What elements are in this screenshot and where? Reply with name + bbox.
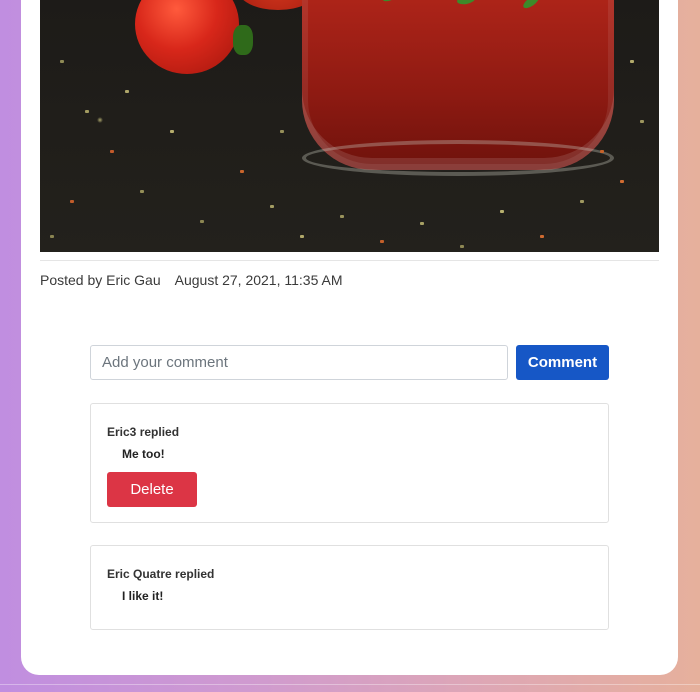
herb-fleck bbox=[85, 110, 89, 113]
spice-fleck bbox=[240, 170, 244, 173]
spice-fleck bbox=[540, 235, 544, 238]
comment-input[interactable] bbox=[90, 345, 508, 380]
herb-fleck bbox=[640, 120, 644, 123]
herb-fleck bbox=[125, 90, 129, 93]
reply-author: Eric3 replied bbox=[107, 425, 180, 439]
herb-fleck bbox=[630, 60, 634, 63]
post-timestamp: August 27, 2021, 11:35 AM bbox=[174, 272, 343, 288]
tomato-stem-shape bbox=[233, 25, 253, 55]
reply-card: Eric Quatre replied I like it! bbox=[90, 545, 609, 630]
herb-fleck bbox=[50, 235, 54, 238]
reply-author: Eric Quatre replied bbox=[107, 567, 215, 581]
reply-text: I like it! bbox=[122, 589, 164, 603]
herb-fleck bbox=[300, 235, 304, 238]
delete-button[interactable]: Delete bbox=[107, 472, 197, 507]
herb-fleck bbox=[270, 205, 274, 208]
herb-fleck bbox=[500, 210, 504, 213]
spice-fleck bbox=[600, 150, 604, 153]
divider bbox=[40, 260, 659, 261]
comment-button[interactable]: Comment bbox=[516, 345, 609, 380]
basil-leaf-shape bbox=[521, 0, 541, 11]
spice-fleck bbox=[380, 240, 384, 243]
posted-by: Posted by Eric Gau bbox=[40, 272, 161, 288]
herb-fleck bbox=[170, 130, 174, 133]
post-image bbox=[40, 0, 659, 252]
post-meta: Posted by Eric Gau August 27, 2021, 11:3… bbox=[40, 272, 343, 288]
jar-rim-shape bbox=[302, 140, 614, 176]
reply-text: Me too! bbox=[122, 447, 165, 461]
post-card: Posted by Eric Gau August 27, 2021, 11:3… bbox=[21, 0, 678, 675]
herb-fleck bbox=[200, 220, 204, 223]
herb-fleck bbox=[460, 245, 464, 248]
herb-fleck bbox=[340, 215, 344, 218]
herb-fleck bbox=[580, 200, 584, 203]
basil-leaf-shape bbox=[456, 0, 476, 6]
page-bottom-divider bbox=[0, 684, 700, 685]
tomato-shape bbox=[135, 0, 239, 74]
herb-fleck bbox=[280, 130, 284, 133]
herb-fleck bbox=[420, 222, 424, 225]
basil-leaf-shape bbox=[381, 0, 401, 4]
reply-card: Eric3 replied Me too! Delete bbox=[90, 403, 609, 523]
spice-fleck bbox=[620, 180, 624, 183]
spice-fleck bbox=[110, 150, 114, 153]
herb-fleck bbox=[60, 60, 64, 63]
spice-fleck bbox=[70, 200, 74, 203]
herb-fleck bbox=[140, 190, 144, 193]
